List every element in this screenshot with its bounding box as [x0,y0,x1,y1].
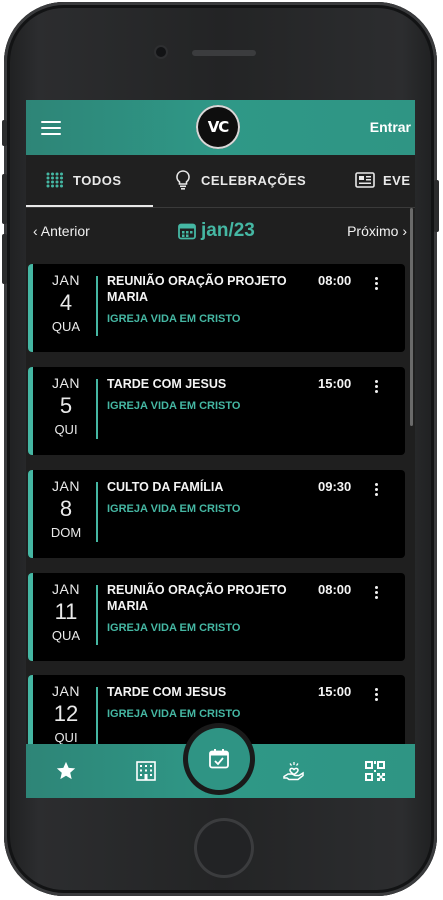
month-label: jan/23 [201,220,255,241]
app-logo: VC [196,105,240,149]
event-time: 09:30 [318,479,352,494]
lightbulb-icon [173,170,193,190]
event-day: 8 [59,496,73,521]
event-card[interactable]: JAN 4 QUA REUNIÃO ORAÇÃO PROJETO MARIA I… [28,264,405,352]
more-options-icon[interactable] [375,277,379,292]
tab-eventos[interactable]: EVE [355,155,411,205]
previous-label: Anterior [40,223,90,239]
event-date: JAN 5 QUI [36,375,96,437]
event-weekday: QUA [51,319,81,334]
event-church: IGREJA VIDA EM CRISTO [107,622,241,634]
earpiece-speaker [192,50,256,56]
card-accent [28,573,33,661]
event-title: TARDE COM JESUS [107,377,227,391]
next-label: Próximo [347,223,399,239]
event-time: 15:00 [318,684,352,699]
calendar-check-icon [209,749,229,769]
next-month-button[interactable]: Próximo › [347,223,407,239]
donations-tab[interactable] [281,758,307,784]
event-month: JAN [52,272,80,288]
event-weekday: QUI [54,422,78,437]
more-options-icon[interactable] [375,380,379,395]
current-month: jan/23 [178,220,255,242]
event-time: 15:00 [318,376,352,391]
event-title: REUNIÃO ORAÇÃO PROJETO MARIA [107,583,287,613]
scrollbar[interactable] [410,208,413,426]
event-church: IGREJA VIDA EM CRISTO [107,313,241,325]
newspaper-icon [355,170,375,190]
date-divider [96,276,98,336]
event-month: JAN [52,478,80,494]
agenda-tab[interactable] [188,728,250,790]
previous-month-button[interactable]: ‹ Anterior [33,223,90,239]
event-weekday: QUA [51,628,81,643]
calendar-icon [178,223,196,240]
card-accent [28,264,33,352]
volume-down-button [2,234,7,284]
event-month: JAN [52,375,80,391]
more-options-icon[interactable] [375,586,379,601]
power-button [434,180,439,232]
event-title: CULTO DA FAMÍLIA [107,480,224,494]
month-navigation: ‹ Anterior jan/23 Próximo › [26,207,415,255]
tab-todos[interactable]: TODOS [45,155,122,205]
event-church: IGREJA VIDA EM CRISTO [107,400,241,412]
star-icon [56,761,76,780]
event-title: REUNIÃO ORAÇÃO PROJETO MARIA [107,274,287,304]
event-date: JAN 4 QUA [36,272,96,334]
favorites-tab[interactable] [53,758,79,784]
menu-icon[interactable] [41,121,61,135]
event-month: JAN [52,683,80,699]
event-day: 5 [59,393,73,418]
building-icon [136,761,156,781]
top-app-bar: VC Entrar [26,100,415,155]
chevron-left-icon: ‹ [33,223,38,239]
event-weekday: DOM [50,525,82,540]
event-date: JAN 11 QUA [36,581,96,643]
volume-up-button [2,174,7,224]
event-card[interactable]: JAN 5 QUI TARDE COM JESUS IGREJA VIDA EM… [28,367,405,455]
login-button[interactable]: Entrar [370,119,411,135]
tab-celebracoes[interactable]: CELEBRAÇÕES [173,155,306,205]
home-button[interactable] [194,818,254,878]
event-church: IGREJA VIDA EM CRISTO [107,503,241,515]
event-weekday: QUI [54,730,78,745]
date-divider [96,585,98,645]
more-options-icon[interactable] [375,688,379,703]
date-divider [96,687,98,747]
event-time: 08:00 [318,273,352,288]
event-time: 08:00 [318,582,352,597]
card-accent [28,470,33,558]
app-screen: VC Entrar TODOS CELEBRAÇÕES EVE ‹ Anteri… [26,100,415,798]
event-date: JAN 12 QUI [36,683,96,745]
grid-dots-icon [45,170,65,190]
event-church: IGREJA VIDA EM CRISTO [107,708,241,720]
event-card[interactable]: JAN 8 DOM CULTO DA FAMÍLIA IGREJA VIDA E… [28,470,405,558]
front-camera [156,47,166,57]
tab-label: TODOS [73,172,122,188]
hand-heart-icon [283,762,304,781]
event-card[interactable]: JAN 11 QUA REUNIÃO ORAÇÃO PROJETO MARIA … [28,573,405,661]
more-options-icon[interactable] [375,483,379,498]
event-day: 4 [59,290,73,315]
mute-switch [2,120,7,146]
event-month: JAN [52,581,80,597]
churches-tab[interactable] [133,758,159,784]
qr-code-icon [365,761,385,781]
tab-label: CELEBRAÇÕES [201,172,307,188]
qr-code-tab[interactable] [362,758,388,784]
event-date: JAN 8 DOM [36,478,96,540]
card-accent [28,367,33,455]
chevron-right-icon: › [402,223,407,239]
tab-label: EVE [383,172,411,188]
date-divider [96,482,98,542]
event-title: TARDE COM JESUS [107,685,227,699]
category-tabs: TODOS CELEBRAÇÕES EVE [26,155,415,208]
event-day: 11 [54,599,78,624]
date-divider [96,379,98,439]
event-day: 12 [53,701,79,726]
